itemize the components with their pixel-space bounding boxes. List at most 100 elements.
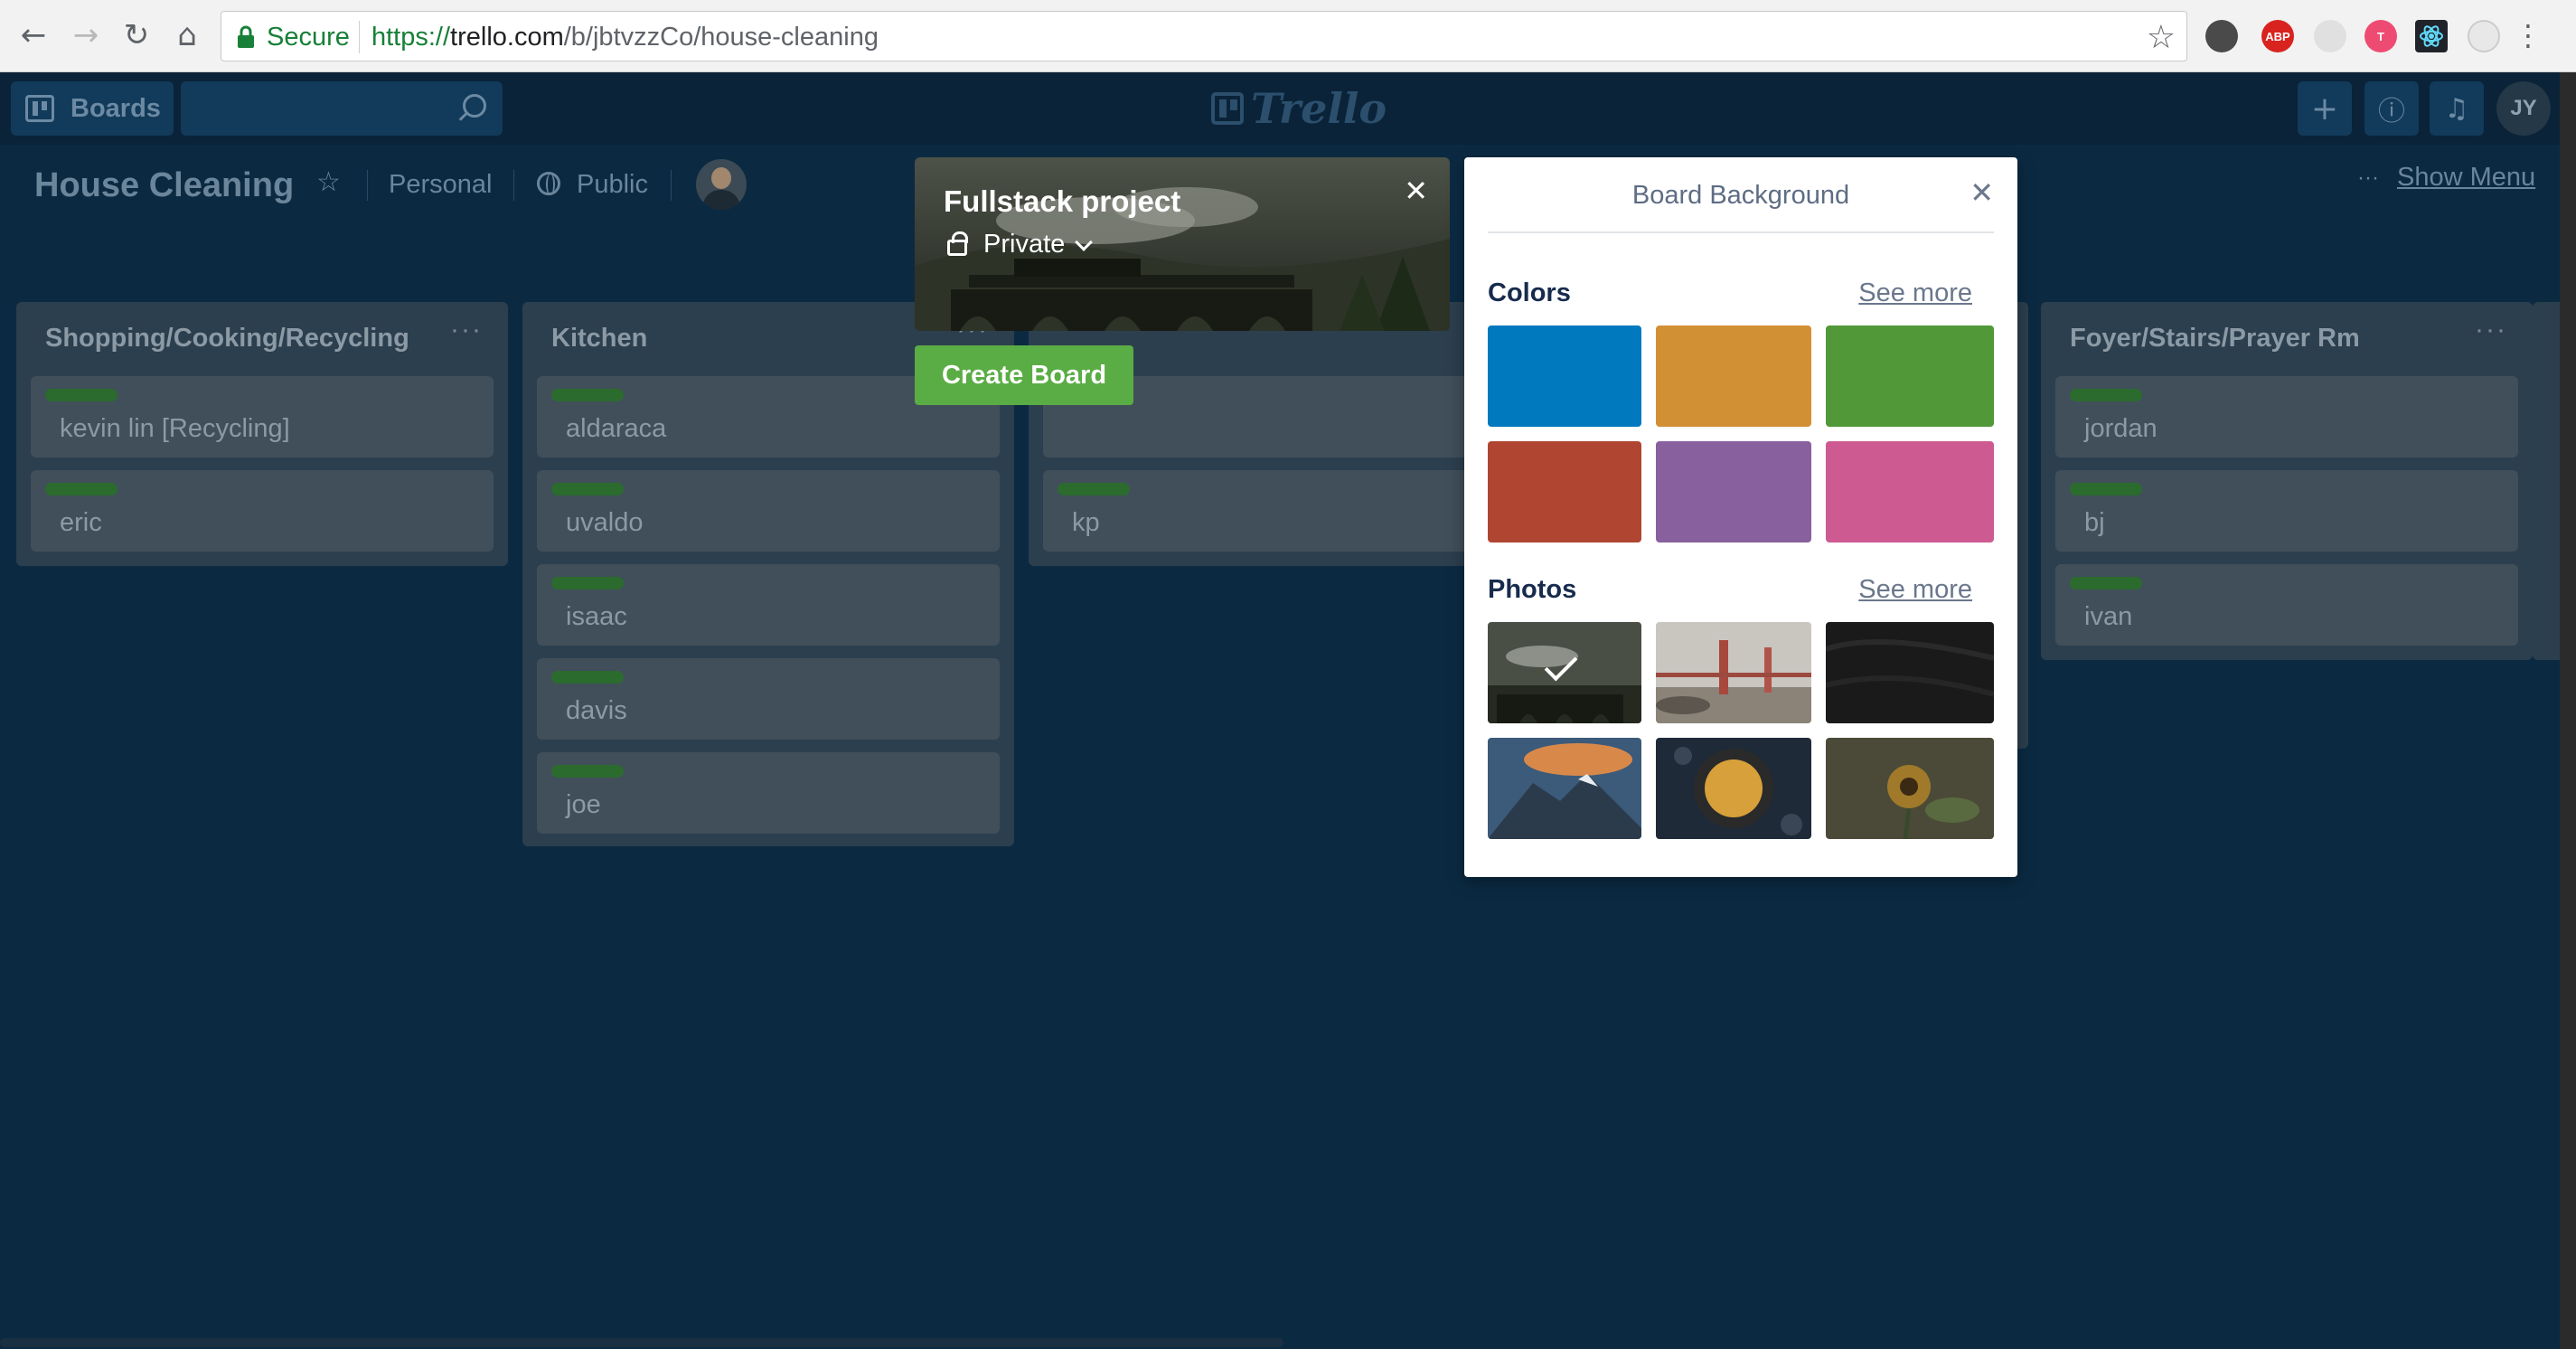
list-menu-icon[interactable]: ··· — [2475, 315, 2507, 345]
search-icon[interactable] — [463, 94, 486, 118]
card[interactable]: davis — [537, 658, 1000, 740]
board-title[interactable]: House Cleaning — [34, 166, 294, 205]
card-label — [2070, 577, 2142, 590]
card-title: isaac — [566, 602, 627, 631]
create-board-button[interactable]: Create Board — [915, 345, 1133, 405]
pie-thumbnail — [1656, 738, 1811, 839]
color-swatch-purple[interactable] — [1656, 441, 1811, 542]
board-name-input[interactable]: Fullstack project — [944, 184, 1180, 219]
bookmark-star-icon[interactable]: ☆ — [2147, 19, 2176, 56]
photo-pie-dish[interactable] — [1656, 738, 1811, 839]
evernote-icon[interactable] — [2205, 20, 2238, 52]
window-edge — [2560, 72, 2576, 1349]
privacy-label: Private — [983, 230, 1066, 259]
reload-icon[interactable]: ↻ — [118, 16, 155, 54]
forward-icon[interactable]: → — [67, 16, 105, 54]
photo-sunflower[interactable] — [1826, 738, 1994, 839]
photo-steam-train[interactable] — [1488, 622, 1641, 723]
card-label — [45, 389, 118, 401]
address-bar[interactable]: Secure https://trello.com/b/jbtvzzCo/hou… — [221, 11, 2187, 61]
show-menu-label: Show Menu — [2396, 163, 2536, 192]
list-menu-icon[interactable]: ··· — [450, 315, 483, 345]
see-more-colors-link[interactable]: See more — [1858, 278, 1972, 308]
list-shopping[interactable]: Shopping/Cooking/Recycling ··· kevin lin… — [16, 302, 508, 566]
search-input[interactable] — [181, 81, 503, 136]
t-icon[interactable]: T — [2364, 20, 2397, 52]
adblock-icon[interactable]: ABP — [2261, 20, 2294, 52]
address-separator — [359, 21, 360, 53]
globe-icon — [537, 172, 560, 195]
url-scheme: https:// — [371, 23, 451, 52]
photo-mountain-peak[interactable] — [1488, 738, 1641, 839]
close-icon[interactable]: ✕ — [1404, 174, 1428, 208]
show-menu-button[interactable]: ··· Show Menu — [2357, 163, 2535, 193]
list-title[interactable]: Kitchen — [551, 324, 647, 354]
color-swatch-green[interactable] — [1826, 325, 1994, 427]
photo-dark-sand[interactable] — [1826, 622, 1994, 723]
card-label — [551, 389, 624, 401]
lock-icon — [238, 25, 254, 48]
card[interactable]: jordan — [2055, 376, 2518, 458]
card-label — [551, 765, 624, 778]
chevron-down-icon — [1075, 232, 1094, 251]
list-title[interactable]: Foyer/Stairs/Prayer Rm — [2070, 324, 2360, 354]
team-button[interactable]: Personal — [389, 170, 492, 200]
sunflower-thumbnail — [1826, 738, 1994, 839]
card[interactable]: eric — [31, 470, 494, 552]
browser-toolbar: ← → ↻ ⌂ Secure https://trello.com/b/jbtv… — [0, 0, 2576, 72]
card-title: kp — [1072, 508, 1100, 537]
card-title: aldaraca — [566, 414, 667, 443]
card[interactable]: isaac — [537, 564, 1000, 646]
info-icon[interactable]: ⓘ — [2364, 81, 2419, 136]
visibility-button[interactable]: Public — [577, 170, 648, 200]
star-board-icon[interactable]: ☆ — [316, 166, 341, 198]
url-text[interactable]: https://trello.com/b/jbtvzzCo/house-clea… — [371, 23, 879, 52]
bridge-thumbnail — [1656, 622, 1811, 723]
card-title: jordan — [2084, 414, 2158, 443]
header-divider — [513, 170, 514, 201]
ghost-icon[interactable] — [2314, 20, 2346, 52]
card-label — [551, 483, 624, 495]
photo-golden-gate-bridge[interactable] — [1656, 622, 1811, 723]
color-swatch-pink[interactable] — [1826, 441, 1994, 542]
user-avatar[interactable]: JY — [2496, 81, 2551, 136]
card-label — [2070, 483, 2142, 495]
react-devtools-icon[interactable] — [2415, 20, 2448, 52]
browser-menu-icon[interactable]: ⋮ — [2509, 16, 2547, 54]
add-icon[interactable]: + — [2298, 81, 2352, 136]
member-avatar[interactable] — [696, 159, 747, 210]
see-more-photos-link[interactable]: See more — [1858, 575, 1972, 605]
privacy-dropdown[interactable]: Private — [947, 230, 1094, 259]
logo-text: Trello — [1251, 84, 1387, 133]
color-swatch-orange[interactable] — [1656, 325, 1811, 427]
color-swatch-blue[interactable] — [1488, 325, 1641, 427]
color-swatch-red[interactable] — [1488, 441, 1641, 542]
card-label — [551, 671, 624, 684]
trello-mark-icon — [1211, 92, 1244, 125]
card-title: uvaldo — [566, 508, 644, 537]
list-title[interactable]: Shopping/Cooking/Recycling — [45, 324, 409, 354]
card[interactable]: kevin lin [Recycling] — [31, 376, 494, 458]
boards-button[interactable]: Boards — [11, 81, 174, 136]
trello-header: Boards Trello + ⓘ ♫ JY — [0, 72, 2560, 145]
card-title: ivan — [2084, 602, 2133, 631]
home-icon[interactable]: ⌂ — [168, 16, 206, 54]
card[interactable]: ivan — [2055, 564, 2518, 646]
close-icon[interactable]: ✕ — [1970, 175, 1994, 210]
steam-train-thumbnail — [1488, 622, 1641, 723]
horizontal-scrollbar[interactable] — [0, 1338, 1283, 1347]
popover-title: Board Background — [1631, 181, 1850, 210]
card[interactable]: bj — [2055, 470, 2518, 552]
list-third[interactable]: kp — [1029, 302, 1520, 566]
trello-logo[interactable]: Trello — [1211, 84, 1387, 133]
list-foyer[interactable]: Foyer/Stairs/Prayer Rm ··· jordan bj iva… — [2041, 302, 2533, 660]
notifications-bell-icon[interactable]: ♫ — [2430, 81, 2484, 136]
card[interactable]: kp — [1043, 470, 1506, 552]
back-icon[interactable]: ← — [14, 16, 52, 54]
circle-icon[interactable] — [2468, 20, 2500, 52]
list-partial[interactable] — [2533, 302, 2560, 660]
boards-icon — [25, 95, 54, 122]
card[interactable]: uvaldo — [537, 470, 1000, 552]
mountain-thumbnail — [1488, 738, 1641, 839]
card[interactable]: joe — [537, 752, 1000, 834]
